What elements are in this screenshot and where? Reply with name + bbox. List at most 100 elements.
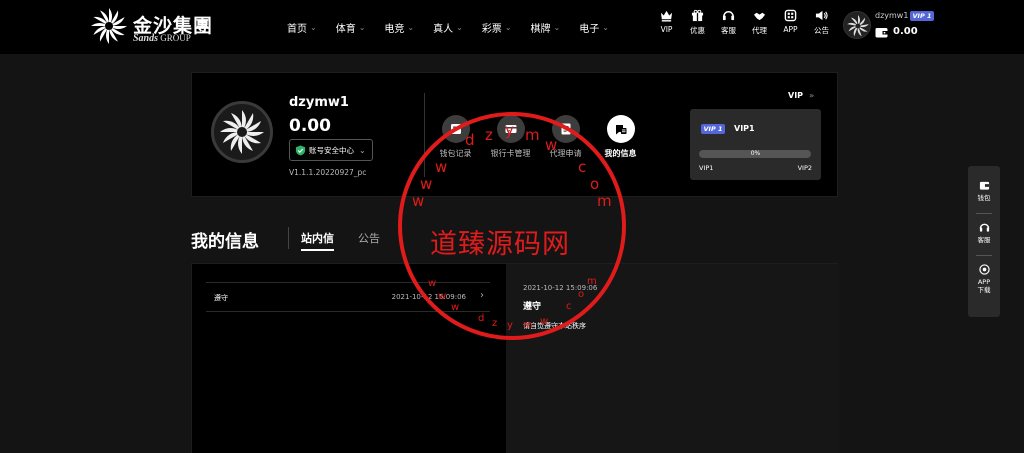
side-wallet-button[interactable]: 钱包 [968,180,1000,202]
menu-label: 首页 [287,23,307,35]
side-app-download-button[interactable]: APP下载 [968,264,1000,294]
menu-item-esports[interactable]: 电竞 ⌄ [384,20,414,35]
divider [288,227,289,249]
watermark-char: c [578,158,587,176]
app-icon [784,9,797,22]
chevron-down-icon: ⌄ [553,22,561,32]
watermark-char: m [523,320,533,331]
action-my-messages[interactable]: 我的信息 [593,115,648,159]
tab-inbox[interactable]: 站内信 [301,230,334,251]
shield-icon [295,144,306,156]
vip-next-level: VIP2 [797,164,812,172]
chevron-down-icon: ⌄ [504,22,512,32]
quick-link-label: 优惠 [690,26,705,35]
header-vip-badge: VIP 1 [910,11,934,21]
chevron-down-icon: ⌄ [456,22,463,32]
headset-icon [722,11,735,21]
menu-label: 彩票 [481,23,502,35]
side-float-toolbar: 钱包 客服 APP下载 [968,166,1000,317]
header-balance: 0.00 [893,26,918,37]
watermark-char: w [420,175,433,193]
action-label: 我的信息 [604,149,637,158]
header-username: dzymw1 [875,11,909,20]
vip-link-label: VIP [788,91,804,100]
watermark-text: 道臻源码网 [430,229,570,260]
account-security-label: 账号安全中心 [309,145,354,155]
divider [976,255,992,256]
watermark-char: z [485,126,493,144]
avatar-swirl-icon [220,110,264,154]
side-service-button[interactable]: 客服 [968,222,1000,244]
watermark-char: o [578,289,585,300]
avatar[interactable] [843,11,871,39]
crown-icon [660,10,673,22]
avatar-swirl-icon [847,15,869,37]
vip-progress-text: 0% [750,150,761,157]
menu-label: 体育 [335,23,356,35]
profile-username: dzymw1 [289,95,349,110]
quick-link-label: VIP [660,25,673,34]
watermark-char: w [540,316,549,327]
brand-name-en-mark: Sands [133,33,159,44]
app-version: V1.1.1.20220927_pc [289,168,367,177]
menu-label: 电子 [579,23,600,35]
vip-badge: VIP 1 [701,124,725,134]
quick-link-label: 代理 [752,26,767,35]
wallet-icon [875,28,888,38]
double-chevron-right-icon: » [809,91,815,100]
side-item-label: 客服 [977,236,991,244]
quick-link-promo[interactable]: 优惠 [682,9,713,36]
menu-item-cards[interactable]: 棋牌 ⌄ [531,20,561,35]
quick-link-notice[interactable]: 公告 [806,9,837,36]
watermark-char: m [587,276,597,287]
tab-announcements[interactable]: 公告 [358,230,380,246]
menu-item-lottery[interactable]: 彩票 ⌄ [482,20,512,35]
quick-link-vip[interactable]: VIP [651,9,682,36]
watermark-char: c [566,301,572,312]
quick-link-service[interactable]: 客服 [713,9,744,36]
menu-item-home[interactable]: 首页 ⌄ [287,20,317,35]
watermark-char: m [597,192,612,210]
menu-label: 真人 [433,23,454,35]
menu-item-sports[interactable]: 体育 ⌄ [336,20,366,35]
quick-link-label: APP [783,25,798,34]
watermark-char: d [478,313,485,324]
profile-avatar[interactable] [211,101,273,163]
quick-link-app[interactable]: APP [775,9,806,36]
watermark-char: z [492,318,498,329]
download-icon [978,264,990,275]
quick-links: VIP 优惠 客服 代理 APP 公告 [651,9,837,36]
vip-level: VIP1 [734,124,755,133]
account-security-button[interactable]: 账号安全中心 ⌄ [289,139,373,161]
action-circle [606,115,635,143]
user-summary[interactable]: dzymw1 VIP 1 0.00 [843,9,1013,45]
chevron-down-icon: ⌄ [407,22,415,32]
chevron-down-icon: ⌄ [602,22,609,32]
wallet-icon [979,181,989,190]
headset-icon [979,223,989,232]
watermark-char: w [435,158,448,176]
quick-link-agent[interactable]: 代理 [744,9,775,36]
watermark-char: w [438,291,447,302]
quick-link-label: 公告 [814,26,829,35]
quick-link-label: 客服 [721,26,736,35]
menu-label: 棋牌 [530,23,551,35]
menu-item-live[interactable]: 真人 ⌄ [433,20,463,35]
watermark-char: y [507,320,513,331]
message-icon [615,125,626,135]
message-title: 遵守 [214,294,228,302]
handshake-icon [753,12,766,21]
menu-item-slots[interactable]: 电子 ⌄ [579,20,609,35]
watermark-char: w [451,302,460,313]
watermark-char: w [428,278,437,289]
page-title: 我的信息 [191,232,259,252]
main-menu: 首页 ⌄ 体育 ⌄ 电竞 ⌄ 真人 ⌄ 彩票 ⌄ 棋牌 ⌄ 电子 ⌄ [287,0,628,54]
brand-logo[interactable]: 金沙集團 Sands GROUP [89,6,219,46]
watermark-char: m [525,126,540,144]
brand-name-en-rest: GROUP [160,33,191,43]
brand-name-en: Sands GROUP [133,33,191,44]
watermark-char: w [545,136,558,154]
vip-details-link[interactable]: VIP » [788,91,814,100]
top-nav: 金沙集團 Sands GROUP 首页 ⌄ 体育 ⌄ 电竞 ⌄ 真人 ⌄ 彩票 ⌄ 棋牌 ⌄… [0,0,1024,54]
watermark-char: o [590,175,600,193]
